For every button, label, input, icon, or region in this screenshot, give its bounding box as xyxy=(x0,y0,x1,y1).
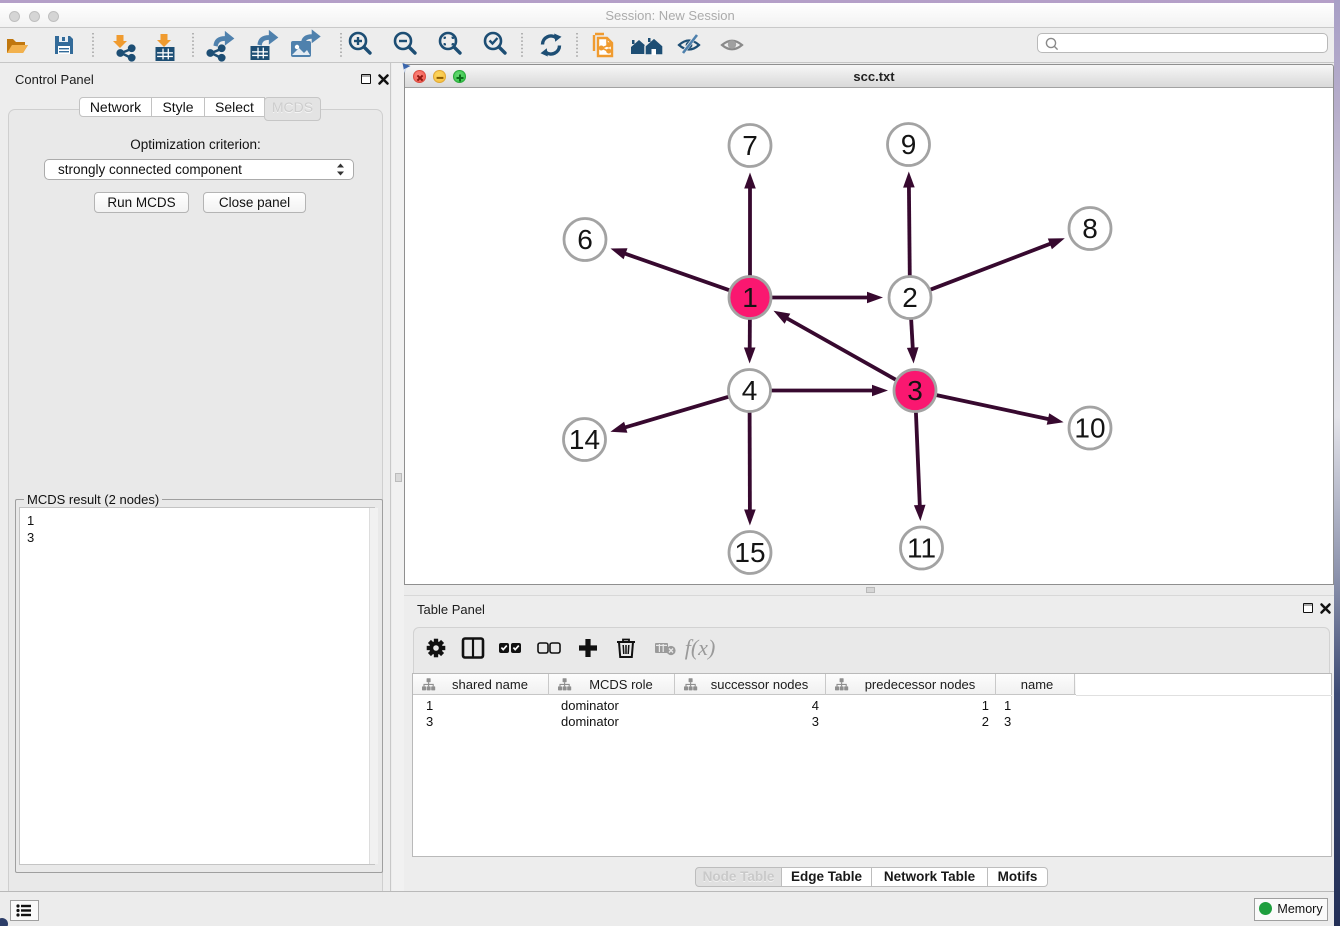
svg-text:14: 14 xyxy=(569,424,600,455)
svg-text:3: 3 xyxy=(907,375,923,406)
svg-text:1: 1 xyxy=(742,282,758,313)
svg-text:4: 4 xyxy=(742,375,758,406)
svg-text:2: 2 xyxy=(902,282,918,313)
svg-text:f(x): f(x) xyxy=(685,635,716,660)
svg-text:7: 7 xyxy=(742,130,758,161)
svg-text:10: 10 xyxy=(1074,413,1105,444)
svg-text:9: 9 xyxy=(901,129,917,160)
svg-text:6: 6 xyxy=(577,224,593,255)
svg-text:15: 15 xyxy=(734,537,765,568)
svg-text:11: 11 xyxy=(907,533,936,564)
svg-text:8: 8 xyxy=(1082,213,1098,244)
